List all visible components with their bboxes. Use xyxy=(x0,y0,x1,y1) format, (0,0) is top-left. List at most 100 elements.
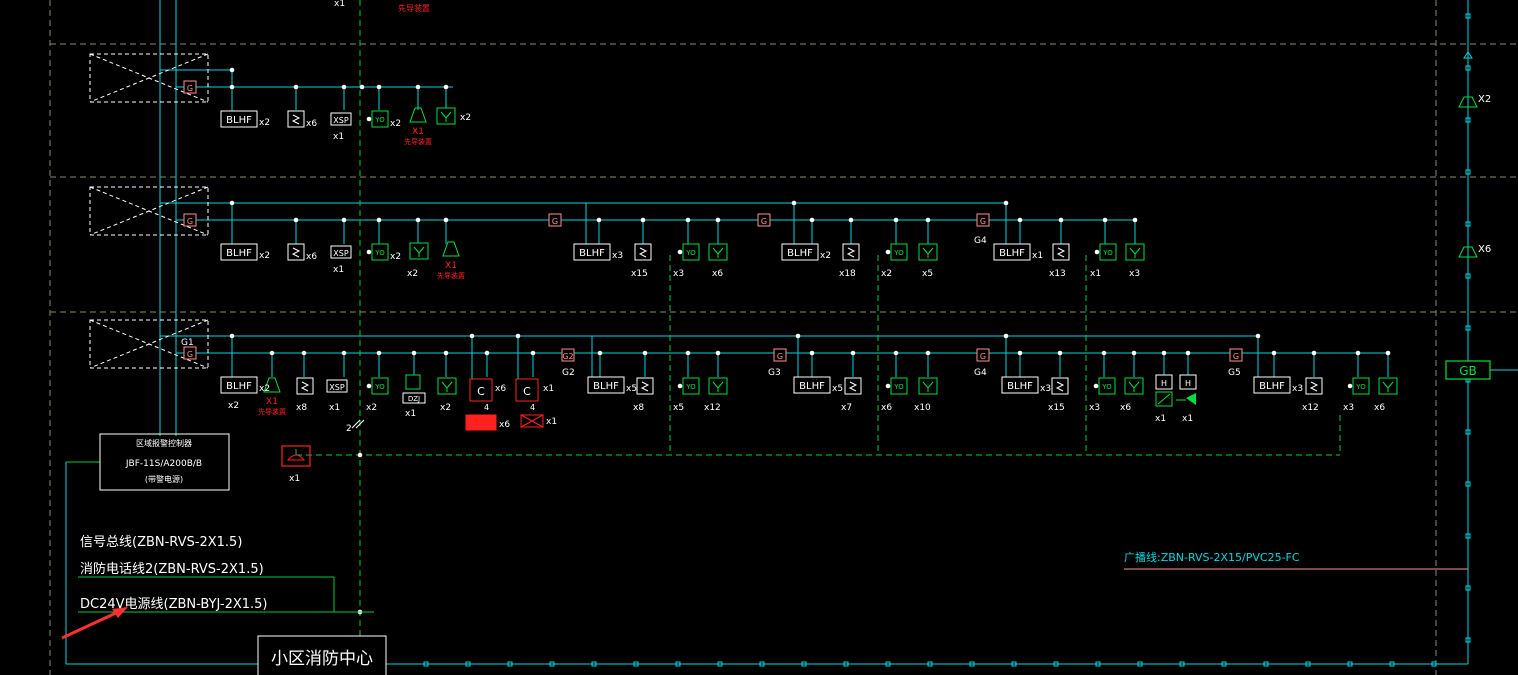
junction-dot xyxy=(677,249,683,255)
blhf-label: BLHF xyxy=(226,248,252,259)
junction-dot xyxy=(850,350,856,356)
junction-dot xyxy=(415,217,421,223)
phone-count: x1 xyxy=(289,474,300,484)
phone-wire-count: 2 xyxy=(346,424,352,434)
speaker-count: x6 xyxy=(712,269,723,279)
dzj-label: DZJ xyxy=(408,395,420,403)
isolator-tag: G2 xyxy=(562,368,575,378)
isolator-tag: G4 xyxy=(974,368,987,378)
blhf-count: x2 xyxy=(259,251,270,261)
top-x1-label: x1 xyxy=(334,0,345,9)
junction-dot xyxy=(597,350,603,356)
module-mark: YO xyxy=(893,383,904,391)
xsp-count: x1 xyxy=(333,132,344,142)
module-count: x3 xyxy=(1089,403,1100,413)
legend-phone-line: 消防电话线2(ZBN-RVS-2X1.5) xyxy=(80,561,264,577)
speaker-x6-label: X6 xyxy=(1478,244,1491,255)
junction-dot xyxy=(685,217,691,223)
module-count: x2 xyxy=(366,403,377,413)
junction-dot xyxy=(229,333,235,339)
junction-dot xyxy=(359,84,365,90)
junction-dot xyxy=(1057,350,1063,356)
h-count: x1 xyxy=(1182,414,1193,424)
smoke-count: x15 xyxy=(631,269,648,279)
junction-dot xyxy=(1355,350,1361,356)
gb-label: GB xyxy=(1459,364,1477,378)
speaker-count: x5 xyxy=(922,269,933,279)
control-box-sub: 4 xyxy=(530,403,535,412)
alarm-note: 先导装置 xyxy=(258,407,286,416)
junction-dot xyxy=(848,217,854,223)
xsp-label: XSP xyxy=(333,116,349,125)
gb-box: GB xyxy=(1445,360,1491,380)
blhf-count-below: x2 xyxy=(228,401,239,411)
isolator-label: G xyxy=(980,217,986,226)
controller-note: (带警电源) xyxy=(145,474,183,484)
speaker-count: x2 xyxy=(407,269,418,279)
isolator-label: G xyxy=(187,217,193,226)
speaker-count: x10 xyxy=(914,403,931,413)
smoke-count: x13 xyxy=(1049,269,1066,279)
junction-dot xyxy=(885,383,891,389)
module-mark: YO xyxy=(1355,383,1366,391)
smoke-count: x7 xyxy=(841,403,852,413)
alarm-note: 先导装置 xyxy=(437,271,465,280)
center-label: 小区消防中心 xyxy=(271,649,373,669)
junction-dot xyxy=(229,84,235,90)
alarm-count: X1 xyxy=(266,397,278,407)
module-mark: YO xyxy=(374,383,385,391)
module-mark: YO xyxy=(1101,383,1112,391)
dzj-module-icon xyxy=(405,374,421,390)
alarm-note: 先导装置 xyxy=(404,137,432,146)
smoke-count: x15 xyxy=(1048,403,1065,413)
isolator-label: G xyxy=(777,352,783,361)
junction-dot xyxy=(677,383,683,389)
isolator-tag: G5 xyxy=(1228,368,1241,378)
junction-dot xyxy=(1347,383,1353,389)
junction-dot xyxy=(515,333,521,339)
blhf-count: x2 xyxy=(259,118,270,128)
legend-signal-bus: 信号总线(ZBN-RVS-2X1.5) xyxy=(80,535,242,550)
junction-dot xyxy=(366,383,372,389)
junction-dot xyxy=(443,84,449,90)
isolator-label: G2 xyxy=(562,352,573,361)
control-box-count: x6 xyxy=(495,384,506,394)
junction-dot xyxy=(443,217,449,223)
isolator-label: G xyxy=(552,217,558,226)
blhf-label: BLHF xyxy=(999,248,1025,259)
blhf-count: x5 xyxy=(626,384,637,394)
blhf-count: x3 xyxy=(612,251,623,261)
junction-dot xyxy=(1271,350,1277,356)
control-box-mark: C xyxy=(523,385,531,398)
junction-dot xyxy=(443,350,449,356)
junction-dot xyxy=(484,350,490,356)
junction-dot xyxy=(885,249,891,255)
junction-dot xyxy=(341,350,347,356)
junction-dot xyxy=(366,116,372,122)
smoke-count: x18 xyxy=(839,269,856,279)
fire-alarm-system-diagram: YO YO YO YO YO YO YO YO YO YO x1 先导装置 区域报警控制器 JBF… xyxy=(0,0,1518,675)
junction-dot xyxy=(415,84,421,90)
blhf-label: BLHF xyxy=(787,248,813,259)
junction-dot xyxy=(1003,333,1009,339)
module-count: x2 xyxy=(390,119,401,129)
blhf-count: x5 xyxy=(832,384,843,394)
junction-dot xyxy=(795,333,801,339)
junction-dot xyxy=(469,333,475,339)
junction-dot xyxy=(269,350,275,356)
junction-dot xyxy=(1017,350,1023,356)
junction-dot xyxy=(376,84,382,90)
blhf-label: BLHF xyxy=(799,381,825,392)
speaker-count: x2 xyxy=(440,403,451,413)
speaker-count: x6 xyxy=(1120,403,1131,413)
junction-dot xyxy=(685,350,691,356)
h-mark: H xyxy=(1161,379,1167,388)
fire-control-center: 小区消防中心 xyxy=(257,635,387,675)
isolator-tag: G4 xyxy=(974,236,987,246)
isolator-label: G xyxy=(187,350,193,359)
junction-dot xyxy=(1102,217,1108,223)
junction-dot xyxy=(925,350,931,356)
xsp-count: x1 xyxy=(329,403,340,413)
blhf-label: BLHF xyxy=(226,381,252,392)
blhf-label: BLHF xyxy=(1007,381,1033,392)
